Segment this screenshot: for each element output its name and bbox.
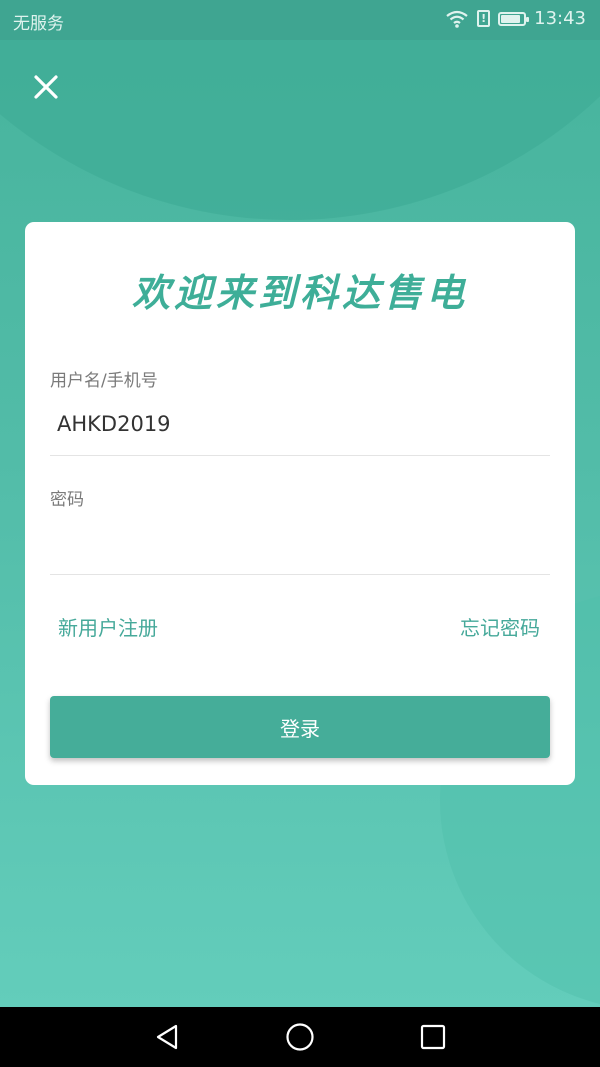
home-button[interactable]: [270, 1007, 330, 1067]
navigation-bar: [0, 1007, 600, 1067]
login-screen: 无服务 ! 13:43 欢迎来到科达售电 用户名/手机号 密码 新用户注册 忘记…: [0, 0, 600, 1067]
wifi-icon: [446, 10, 468, 28]
recents-icon: [420, 1024, 446, 1050]
status-icons: ! 13:43: [445, 8, 586, 29]
home-icon: [286, 1023, 314, 1051]
battery-fill: [501, 14, 521, 23]
forgot-password-link[interactable]: 忘记密码: [460, 612, 540, 641]
back-button[interactable]: [137, 1007, 197, 1067]
login-button-label: 登录: [280, 716, 320, 741]
username-label: 用户名/手机号: [50, 371, 158, 391]
password-input[interactable]: [50, 526, 550, 558]
register-link[interactable]: 新用户注册: [58, 612, 158, 641]
back-icon: [156, 1024, 178, 1050]
clock: 13:43: [534, 8, 586, 29]
password-label: 密码: [50, 490, 84, 510]
status-bar: 无服务 ! 13:43: [0, 0, 600, 40]
alert-icon: !: [477, 10, 491, 27]
username-input[interactable]: [50, 408, 550, 440]
password-underline: [50, 574, 550, 575]
recents-button[interactable]: [403, 1007, 463, 1067]
username-underline: [50, 455, 550, 456]
login-button[interactable]: 登录: [50, 696, 550, 758]
battery-icon: [498, 11, 530, 26]
carrier-label: 无服务: [13, 14, 64, 34]
close-icon[interactable]: [28, 69, 64, 105]
welcome-title: 欢迎来到科达售电: [131, 271, 468, 315]
